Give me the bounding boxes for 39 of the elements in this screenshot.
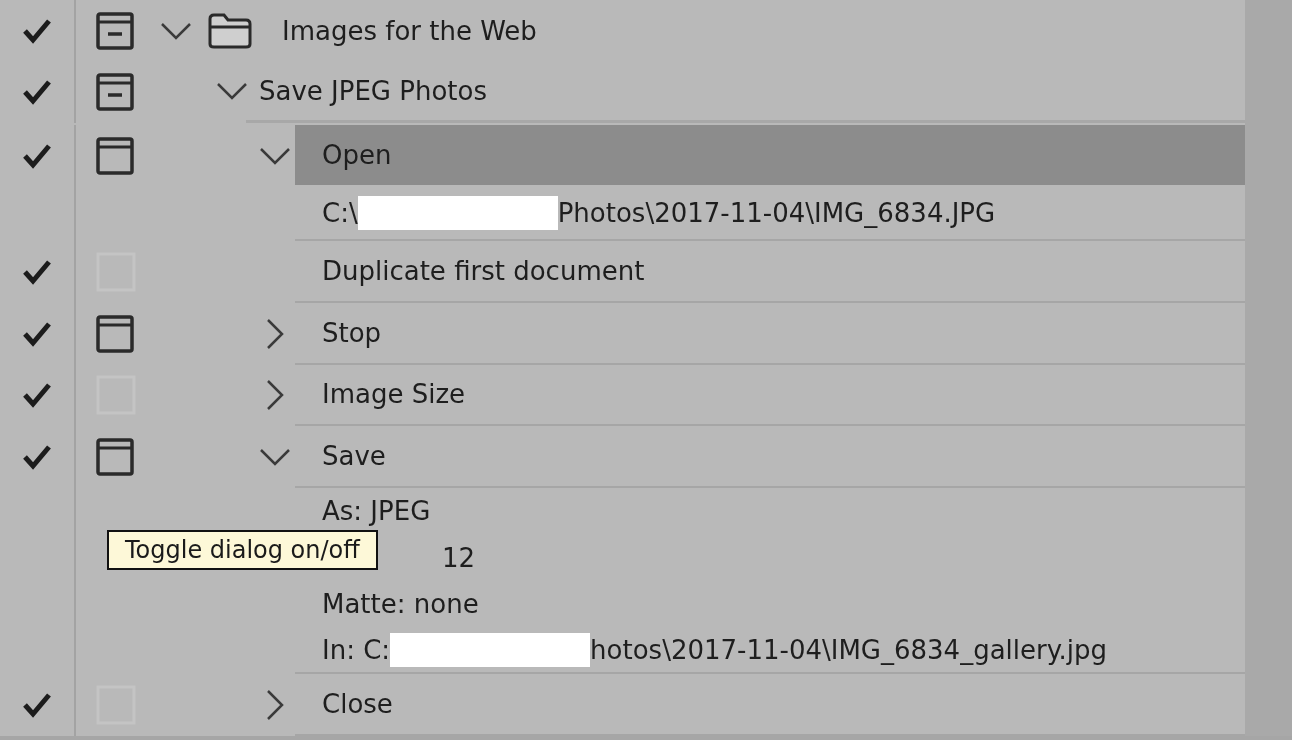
dialog-window-icon[interactable] [96,314,134,353]
dialog-partial-icon[interactable] [96,11,134,50]
step-label[interactable]: Duplicate first document [322,256,645,287]
checkmark-icon[interactable] [22,17,52,44]
step-label[interactable]: Save [322,440,386,471]
step-label[interactable]: Image Size [322,379,466,410]
step-label[interactable]: Close [322,689,393,720]
checkmark-icon[interactable] [22,142,52,169]
chevron-right-icon[interactable] [265,689,284,722]
dialog-window-icon[interactable] [96,437,134,476]
chevron-down-icon[interactable] [160,21,192,40]
action-set-label[interactable]: Images for the Web [282,15,537,46]
chevron-right-icon[interactable] [265,317,284,350]
action-label[interactable]: Save JPEG Photos [259,75,487,106]
step-label[interactable]: Open [322,139,392,170]
dialog-window-icon[interactable] [96,136,134,175]
chevron-right-icon[interactable] [265,379,284,412]
checkmark-icon[interactable] [22,692,52,719]
chevron-down-icon[interactable] [258,146,291,165]
step-detail-text: hotos\2017-11-04\IMG_6834_gallery.jpg [590,635,1107,666]
scrollbar[interactable] [1245,0,1292,736]
checkmark-icon[interactable] [22,382,52,409]
tooltip: Toggle dialog on/off [107,530,378,570]
step-detail-text: C:\ [322,198,358,229]
checkmark-icon[interactable] [22,443,52,470]
checkmark-icon[interactable] [22,320,52,347]
step-detail-text: As: JPEG [322,496,431,526]
checkmark-icon[interactable] [22,259,52,286]
dialog-partial-icon[interactable] [96,73,134,112]
chevron-down-icon[interactable] [215,81,248,100]
selected-row[interactable]: Open [295,125,1245,187]
checkmark-icon[interactable] [22,79,52,106]
step-detail-text: Matte: none [322,589,479,620]
step-detail-text: 12 [442,542,476,573]
step-label[interactable]: Stop [322,317,382,348]
folder-icon[interactable] [208,12,252,49]
step-detail-text: Photos\2017-11-04\IMG_6834.JPG [557,198,996,229]
chevron-down-icon[interactable] [258,447,291,466]
step-detail-text: In: C: [322,635,391,666]
